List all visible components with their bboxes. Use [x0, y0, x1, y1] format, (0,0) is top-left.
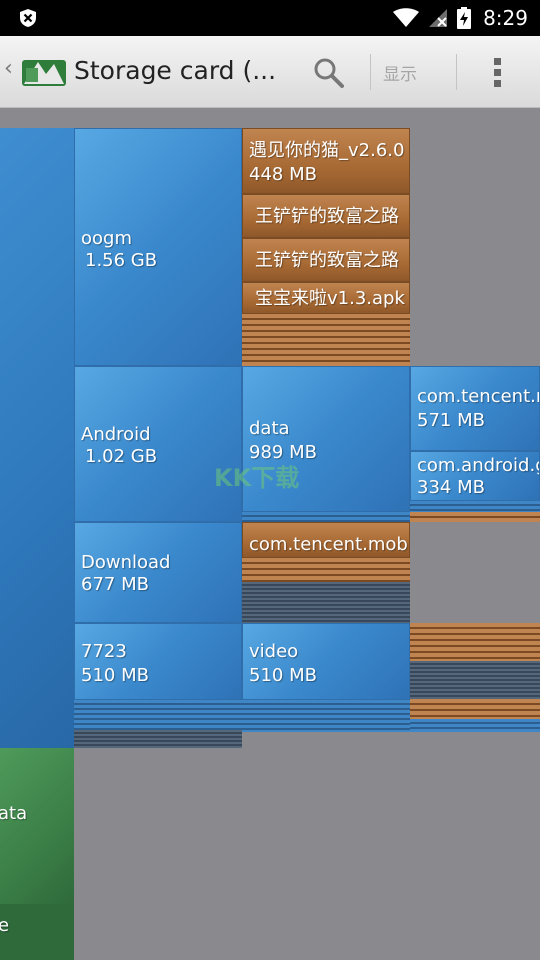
search-icon[interactable]: [310, 54, 346, 90]
treemap-tile-video[interactable]: video 510 MB: [242, 623, 410, 700]
back-chevron-icon[interactable]: ‹: [4, 56, 13, 81]
treemap-tile-small-apks-3[interactable]: [410, 512, 540, 522]
tile-name: Download: [81, 552, 171, 573]
watermark-logo: KK下载: [214, 464, 300, 492]
treemap-tile-small-files-2[interactable]: [242, 582, 410, 623]
tile-size: 334 MB: [417, 477, 485, 498]
treemap-tile-tencent-mob[interactable]: com.tencent.mob: [242, 522, 410, 558]
security-shield-icon: [20, 9, 36, 27]
treemap-tile-download[interactable]: Download 677 MB: [74, 522, 242, 623]
treemap-tile-video-small[interactable]: [242, 700, 410, 732]
divider: [370, 54, 371, 90]
treemap-tile-left-folder[interactable]: [0, 128, 74, 748]
tile-label: e: [0, 915, 10, 936]
treemap-tile-cat-apk[interactable]: 遇见你的猫_v2.6.0 448 MB: [242, 128, 410, 194]
tile-name: 7723: [81, 641, 127, 662]
display-button[interactable]: 显示: [383, 60, 417, 85]
treemap-tile-small-files-3[interactable]: [410, 661, 540, 699]
tile-size: 448 MB: [249, 164, 317, 185]
no-signal-icon: [429, 9, 448, 27]
treemap-tile-oogm[interactable]: oogm 1.56 GB: [74, 128, 242, 366]
clock: 8:29: [483, 6, 528, 30]
treemap-tile-com-tencent-m[interactable]: com.tencent.m 571 MB: [410, 366, 540, 451]
overflow-menu-icon[interactable]: [486, 54, 510, 90]
tile-name: video: [249, 641, 299, 662]
tile-size: 677 MB: [81, 574, 149, 595]
tile-name: com.tencent.mob: [249, 534, 408, 555]
treemap-tile-small-apks-4[interactable]: [410, 623, 540, 661]
treemap-tile-small-packages[interactable]: [410, 501, 540, 512]
tile-name: 王铲铲的致富之路: [255, 250, 399, 271]
tile-name: 王铲铲的致富之路: [255, 206, 399, 227]
treemap-tile-android[interactable]: Android 1.02 GB: [74, 366, 242, 522]
tile-name: 宝宝来啦v1.3.apk: [255, 288, 405, 309]
tile-size: 571 MB: [417, 410, 485, 431]
tile-name: oogm: [81, 228, 132, 249]
treemap-tile-small-files[interactable]: [74, 730, 242, 748]
action-bar: ‹ Storage card (... 显示: [0, 36, 540, 108]
tile-size: 1.02 GB: [85, 446, 158, 467]
treemap-tile-7723[interactable]: 7723 510 MB: [74, 623, 242, 700]
tile-name: data: [249, 418, 290, 439]
status-bar: 8:29: [0, 0, 540, 36]
tile-label: ata: [0, 803, 28, 824]
tile-size: 510 MB: [249, 665, 317, 686]
treemap-tile-small-folders-2[interactable]: [410, 719, 540, 732]
treemap-tile-com-android-g[interactable]: com.android.g 334 MB: [410, 451, 540, 501]
divider: [456, 54, 457, 90]
diskusage-logo-icon[interactable]: [20, 54, 68, 90]
wifi-icon: [393, 8, 420, 27]
treemap-tile-small-apks[interactable]: [242, 314, 410, 366]
tile-name: Android: [81, 424, 151, 445]
treemap-tile-left-green[interactable]: ata: [0, 748, 74, 904]
tile-name: 遇见你的猫_v2.6.0: [249, 140, 405, 161]
treemap-tile-wang-apk-1[interactable]: 王铲铲的致富之路: [242, 194, 410, 238]
treemap-tile-baobao-apk[interactable]: 宝宝来啦v1.3.apk: [242, 282, 410, 314]
tile-name: com.tencent.m: [417, 386, 540, 407]
treemap-tile-small-apks-2[interactable]: [242, 558, 410, 582]
treemap-tile-small-apks-5[interactable]: [410, 699, 540, 719]
treemap-tile-data-small[interactable]: [242, 512, 410, 522]
tile-size: 1.56 GB: [85, 250, 158, 271]
treemap-tile-wang-apk-2[interactable]: 王铲铲的致富之路: [242, 238, 410, 282]
battery-charging-icon: [457, 7, 472, 29]
page-title: Storage card (...: [74, 56, 277, 85]
tile-name: com.android.g: [417, 455, 540, 476]
tile-size: 510 MB: [81, 665, 149, 686]
treemap-tile-small-folders[interactable]: [74, 700, 242, 730]
treemap-tile-left-green-bottom[interactable]: e: [0, 904, 74, 960]
